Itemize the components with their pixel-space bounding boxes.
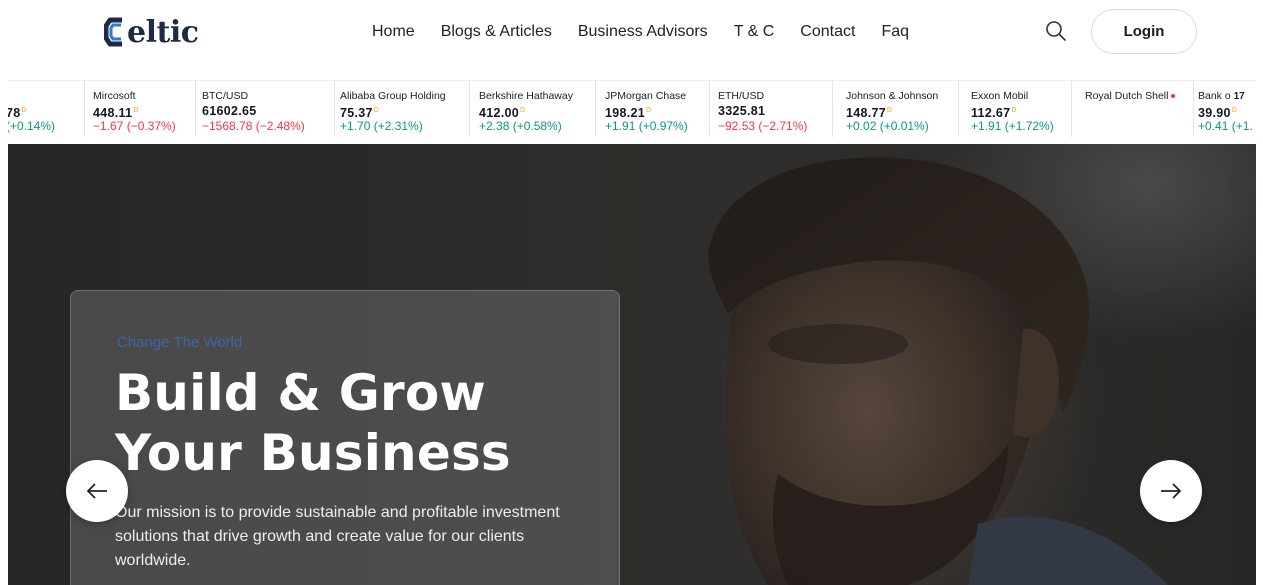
ticker-price: 112.67D <box>971 106 1017 121</box>
nav-terms[interactable]: T & C <box>734 23 775 41</box>
ticker-name: JPMorgan Chase <box>605 90 687 102</box>
ticker-price: 448.11D <box>93 106 139 121</box>
ticker-price: 198.21D <box>605 106 652 121</box>
status-dot <box>1171 94 1176 99</box>
ticker-item[interactable]: Mircosoft 448.11D −1.67 (−0.37%) <box>84 81 196 137</box>
ticker-price: 78D <box>8 106 27 121</box>
logo[interactable]: eltic <box>104 10 199 54</box>
slider-next-button[interactable] <box>1140 460 1202 522</box>
hero-title: Build & Grow Your Business <box>115 364 511 482</box>
nav-faq[interactable]: Faq <box>881 23 909 41</box>
login-button[interactable]: Login <box>1091 9 1197 54</box>
ticker-name: ETH/USD <box>718 90 765 102</box>
ticker-change: −92.53 (−2.71%) <box>718 119 808 133</box>
ticker-name: Bank o 17 <box>1198 90 1245 102</box>
hero-slider: Change The World Build & Grow Your Busin… <box>8 144 1256 585</box>
ticker-change: +1.70 (+2.31%) <box>340 119 423 133</box>
nav-blogs-articles[interactable]: Blogs & Articles <box>441 23 552 41</box>
ticker-change: +0.41 (+1. <box>1198 119 1253 133</box>
ticker-price: 148.77D <box>846 106 893 121</box>
stock-ticker: 78D (+0.14%) Mircosoft 448.11D −1.67 (−0… <box>8 80 1256 144</box>
ticker-change: −1.67 (−0.37%) <box>93 119 176 133</box>
ticker-name: Berkshire Hathaway <box>479 90 573 102</box>
logo-mark-icon <box>104 14 126 50</box>
ticker-item[interactable]: Berkshire Hathaway 412.00D +2.38 (+0.58%… <box>469 81 595 137</box>
main-nav: Home Blogs & Articles Business Advisors … <box>372 20 909 44</box>
ticker-price: 61602.65 <box>202 104 257 118</box>
hero-description: Our mission is to provide sustainable an… <box>115 504 560 569</box>
ticker-item[interactable]: BTC/USD 61602.65 −1568.78 (−2.48%) <box>195 81 334 137</box>
ticker-item[interactable]: Johnson & Johnson 148.77D +0.02 (+0.01%) <box>832 81 958 137</box>
hero-card: Change The World Build & Grow Your Busin… <box>70 290 620 585</box>
ticker-change: −1568.78 (−2.48%) <box>202 119 305 133</box>
ticker-change: +1.91 (+1.72%) <box>971 119 1054 133</box>
ticker-change <box>1085 119 1193 134</box>
ticker-item[interactable]: Alibaba Group Holding 75.37D +1.70 (+2.3… <box>334 81 470 137</box>
ticker-item[interactable]: Bank o 17 39.90D +0.41 (+1. <box>1193 81 1256 137</box>
ticker-change: +1.91 (+0.97%) <box>605 119 688 133</box>
ticker-name: Johnson & Johnson <box>846 90 939 102</box>
arrow-left-icon <box>87 483 107 499</box>
nav-home[interactable]: Home <box>372 23 415 41</box>
ticker-name: BTC/USD <box>202 90 249 102</box>
ticker-name: Alibaba Group Holding <box>340 90 446 102</box>
hero-eyebrow: Change The World <box>117 334 243 351</box>
nav-business-advisors[interactable]: Business Advisors <box>578 23 708 41</box>
ticker-item[interactable]: ETH/USD 3325.81 −92.53 (−2.71%) <box>709 81 832 137</box>
ticker-name: Exxon Mobil <box>971 90 1029 102</box>
logo-text: eltic <box>127 14 199 50</box>
ticker-name: Mircosoft <box>93 90 136 102</box>
nav-contact[interactable]: Contact <box>800 23 855 41</box>
ticker-price: 3325.81 <box>718 104 766 118</box>
ticker-name: Royal Dutch Shell <box>1085 89 1193 103</box>
ticker-change: +2.38 (+0.58%) <box>479 119 562 133</box>
ticker-change: +0.02 (+0.01%) <box>846 119 929 133</box>
ticker-price: 39.90D <box>1198 106 1238 121</box>
ticker-price: 412.00D <box>479 106 526 121</box>
search-icon[interactable] <box>1045 20 1067 42</box>
arrow-right-icon <box>1161 483 1181 499</box>
ticker-change: (+0.14%) <box>8 119 56 133</box>
tradingview-icon: 17 <box>1233 91 1245 102</box>
ticker-item[interactable]: Royal Dutch Shell <box>1071 81 1193 137</box>
ticker-item[interactable]: 78D (+0.14%) <box>8 81 84 137</box>
site-header: eltic Home Blogs & Articles Business Adv… <box>0 0 1263 80</box>
ticker-name <box>8 89 84 103</box>
ticker-item[interactable]: JPMorgan Chase 198.21D +1.91 (+0.97%) <box>595 81 709 137</box>
ticker-item[interactable]: Exxon Mobil 112.67D +1.91 (+1.72%) <box>958 81 1072 137</box>
ticker-price <box>1085 103 1193 119</box>
slider-prev-button[interactable] <box>66 460 128 522</box>
ticker-price: 75.37D <box>340 106 380 121</box>
